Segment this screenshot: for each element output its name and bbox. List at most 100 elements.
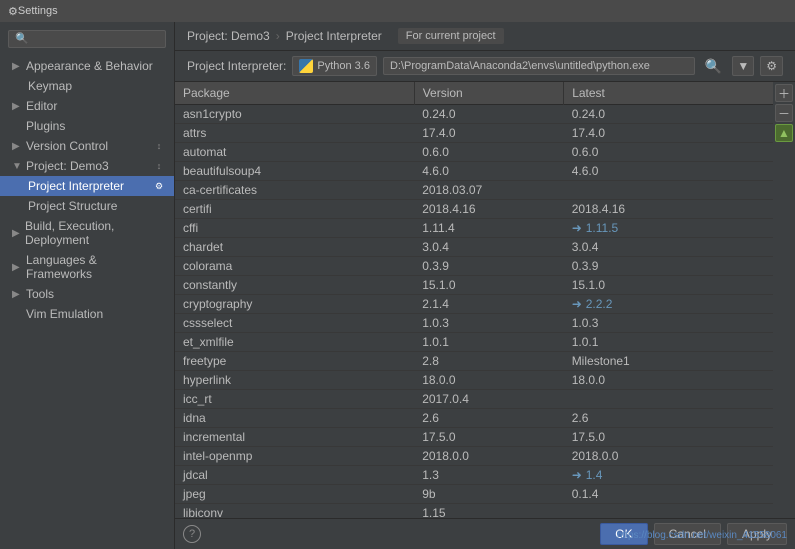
version-control-badge: ↕	[152, 139, 166, 153]
table-row[interactable]: icc_rt2017.0.4	[175, 390, 773, 409]
sidebar-item-keymap[interactable]: Keymap	[0, 76, 174, 96]
upgrade-arrow-icon: ➜	[572, 468, 582, 482]
table-row[interactable]: certifi2018.4.162018.4.16	[175, 200, 773, 219]
package-name: jpeg	[175, 485, 414, 504]
upgrade-package-button[interactable]: ▲	[775, 124, 793, 142]
breadcrumb-tab[interactable]: For current project	[398, 28, 504, 44]
sidebar-item-editor[interactable]: ▶ Editor	[0, 96, 174, 116]
package-version: 4.6.0	[414, 162, 564, 181]
sidebar-item-build[interactable]: ▶ Build, Execution, Deployment	[0, 216, 174, 250]
table-row[interactable]: cryptography2.1.4➜2.2.2	[175, 295, 773, 314]
package-version: 2018.0.0	[414, 447, 564, 466]
package-latest: 4.6.0	[564, 162, 773, 181]
arrow-icon: ▶	[12, 289, 22, 300]
package-version: 3.0.4	[414, 238, 564, 257]
package-latest: 1.0.3	[564, 314, 773, 333]
package-name: cryptography	[175, 295, 414, 314]
package-version: 2017.0.4	[414, 390, 564, 409]
package-version: 18.0.0	[414, 371, 564, 390]
title-bar-icon: ⚙	[8, 5, 18, 18]
package-latest: 2018.4.16	[564, 200, 773, 219]
sidebar-search-input[interactable]	[8, 30, 166, 48]
table-row[interactable]: et_xmlfile1.0.11.0.1	[175, 333, 773, 352]
add-package-button[interactable]: ＋	[775, 84, 793, 102]
interpreter-settings-button[interactable]: ⚙	[760, 56, 783, 76]
package-table-container[interactable]: Package Version Latest asn1crypto0.24.00…	[175, 82, 773, 518]
sidebar-item-label: Editor	[26, 99, 57, 113]
python-icon	[299, 59, 313, 73]
package-name: constantly	[175, 276, 414, 295]
table-row[interactable]: asn1crypto0.24.00.24.0	[175, 105, 773, 124]
sidebar-item-version-control[interactable]: ▶ Version Control ↕	[0, 136, 174, 156]
sidebar-item-project-structure[interactable]: Project Structure	[0, 196, 174, 216]
package-latest: 3.0.4	[564, 238, 773, 257]
package-latest: ➜1.4	[564, 466, 773, 485]
package-name: jdcal	[175, 466, 414, 485]
package-version: 1.3	[414, 466, 564, 485]
remove-package-button[interactable]: －	[775, 104, 793, 122]
package-latest: 1.0.1	[564, 333, 773, 352]
sidebar-item-plugins[interactable]: ▶ Plugins	[0, 116, 174, 136]
sidebar: ▶ Appearance & Behavior Keymap ▶ Editor …	[0, 22, 175, 549]
table-row[interactable]: hyperlink18.0.018.0.0	[175, 371, 773, 390]
ok-button[interactable]: OK	[600, 523, 647, 545]
sidebar-item-vim[interactable]: ▶ Vim Emulation	[0, 304, 174, 324]
breadcrumb-page[interactable]: Project Interpreter	[286, 29, 382, 43]
sidebar-item-appearance[interactable]: ▶ Appearance & Behavior	[0, 56, 174, 76]
interpreter-select[interactable]: Python 3.6	[292, 56, 377, 76]
table-row[interactable]: incremental17.5.017.5.0	[175, 428, 773, 447]
sidebar-item-label: Version Control	[26, 139, 108, 153]
package-version: 17.4.0	[414, 124, 564, 143]
sidebar-item-label: Vim Emulation	[26, 307, 103, 321]
sidebar-search-container	[0, 26, 174, 52]
table-row[interactable]: cssselect1.0.31.0.3	[175, 314, 773, 333]
table-row[interactable]: libiconv1.15	[175, 504, 773, 519]
main-container: ▶ Appearance & Behavior Keymap ▶ Editor …	[0, 22, 795, 549]
package-version: 1.15	[414, 504, 564, 519]
sidebar-item-label: Tools	[26, 287, 54, 301]
package-latest: Milestone1	[564, 352, 773, 371]
package-name: ca-certificates	[175, 181, 414, 200]
interpreter-search-button[interactable]: 🔍	[701, 58, 726, 75]
table-row[interactable]: jdcal1.3➜1.4	[175, 466, 773, 485]
interpreter-dropdown[interactable]: ▼	[732, 56, 754, 76]
package-version: 2018.4.16	[414, 200, 564, 219]
package-name: chardet	[175, 238, 414, 257]
package-latest: 2.6	[564, 409, 773, 428]
table-row[interactable]: freetype2.8Milestone1	[175, 352, 773, 371]
sidebar-item-project[interactable]: ▼ Project: Demo3 ↕	[0, 156, 174, 176]
apply-button[interactable]: Apply	[727, 523, 787, 545]
table-row[interactable]: cffi1.11.4➜1.11.5	[175, 219, 773, 238]
package-name: libiconv	[175, 504, 414, 519]
help-button[interactable]: ?	[183, 525, 201, 543]
package-latest: 17.4.0	[564, 124, 773, 143]
package-version: 15.1.0	[414, 276, 564, 295]
table-row[interactable]: constantly15.1.015.1.0	[175, 276, 773, 295]
table-row[interactable]: chardet3.0.43.0.4	[175, 238, 773, 257]
table-row[interactable]: colorama0.3.90.3.9	[175, 257, 773, 276]
interpreter-row: Project Interpreter: Python 3.6 D:\Progr…	[175, 51, 795, 82]
sidebar-item-project-interpreter[interactable]: Project Interpreter ⚙	[0, 176, 174, 196]
table-row[interactable]: beautifulsoup44.6.04.6.0	[175, 162, 773, 181]
package-version: 0.3.9	[414, 257, 564, 276]
col-latest: Latest	[564, 82, 773, 105]
sidebar-item-tools[interactable]: ▶ Tools	[0, 284, 174, 304]
table-row[interactable]: attrs17.4.017.4.0	[175, 124, 773, 143]
package-name: hyperlink	[175, 371, 414, 390]
cancel-button[interactable]: Cancel	[654, 523, 721, 545]
sidebar-item-languages[interactable]: ▶ Languages & Frameworks	[0, 250, 174, 284]
project-badge: ↕	[152, 159, 166, 173]
breadcrumb: Project: Demo3 › Project Interpreter For…	[175, 22, 795, 51]
package-version: 2.1.4	[414, 295, 564, 314]
package-name: intel-openmp	[175, 447, 414, 466]
table-row[interactable]: automat0.6.00.6.0	[175, 143, 773, 162]
table-row[interactable]: intel-openmp2018.0.02018.0.0	[175, 447, 773, 466]
package-version: 1.0.1	[414, 333, 564, 352]
interpreter-badge: ⚙	[152, 179, 166, 193]
interpreter-version: Python 3.6	[317, 60, 370, 72]
table-row[interactable]: idna2.62.6	[175, 409, 773, 428]
table-row[interactable]: jpeg9b0.1.4	[175, 485, 773, 504]
breadcrumb-project[interactable]: Project: Demo3	[187, 29, 270, 43]
table-row[interactable]: ca-certificates2018.03.07	[175, 181, 773, 200]
interpreter-label: Project Interpreter:	[187, 59, 286, 73]
